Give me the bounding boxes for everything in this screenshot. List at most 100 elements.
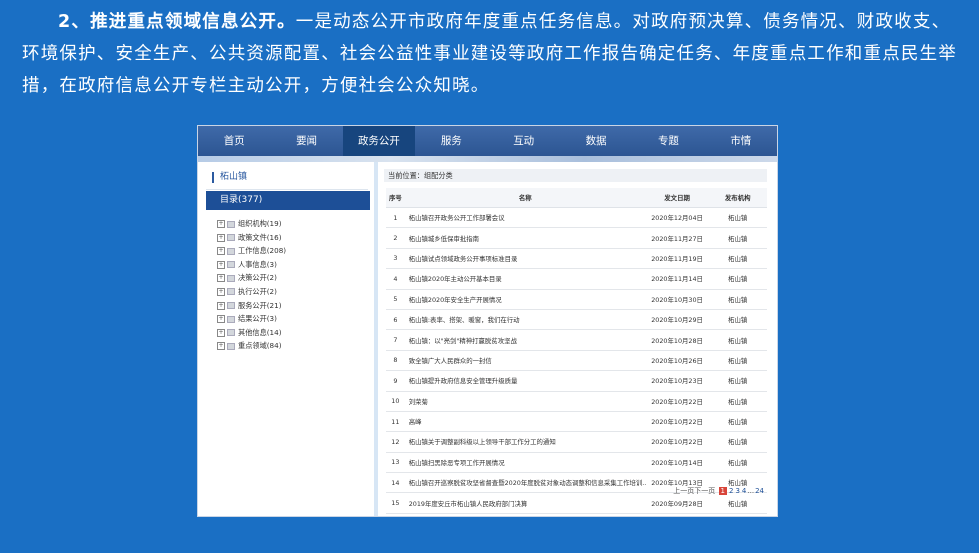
- table-row[interactable]: 15 2019年度安丘市柘山镇人民政府部门决算 2020年09月28日 柘山镇: [386, 492, 767, 514]
- expand-icon[interactable]: +: [217, 247, 225, 256]
- row-org: 柘山镇: [708, 350, 767, 372]
- page-link[interactable]: 1: [718, 487, 727, 495]
- table-row[interactable]: 4 柘山镇2020年主动公开基本目录 2020年11月14日 柘山镇: [386, 268, 767, 290]
- row-title-link[interactable]: 柘山镇试点领域政务公开事项标准目录: [404, 248, 646, 270]
- nav-item[interactable]: 专题: [632, 126, 704, 156]
- tree-node-label: 执行公开(2): [238, 286, 277, 296]
- table-row[interactable]: 2 柘山镇城乡低保审批指南 2020年11月27日 柘山镇: [386, 227, 767, 249]
- prev-page-link[interactable]: 上一页: [673, 487, 694, 495]
- expand-icon[interactable]: +: [217, 233, 225, 242]
- table-row[interactable]: 10 刘荣菊 2020年10月22日 柘山镇: [386, 391, 767, 412]
- row-title-link[interactable]: 高峰: [404, 411, 646, 433]
- nav-item[interactable]: 服务: [415, 126, 487, 156]
- next-page-link[interactable]: 下一页: [694, 487, 715, 495]
- row-num: 5: [386, 289, 405, 310]
- expand-icon[interactable]: +: [217, 260, 225, 269]
- row-title-link[interactable]: 柘山镇城乡低保审批指南: [404, 227, 646, 249]
- tree-node[interactable]: + 人事信息(3): [217, 258, 286, 272]
- row-date: 2020年10月23日: [645, 370, 709, 392]
- folder-icon: [227, 315, 235, 323]
- row-org: 柘山镇: [708, 452, 767, 474]
- row-date: 2020年10月30日: [645, 289, 709, 310]
- tree-node-label: 结果公开(3): [238, 314, 277, 324]
- row-num: 7: [386, 329, 405, 351]
- tree-node[interactable]: + 组织机构(19): [217, 217, 286, 231]
- row-num: 10: [386, 391, 405, 412]
- row-org: 柘山镇: [708, 207, 767, 229]
- table-row[interactable]: 12 柘山镇关于调整副科级以上领导干部工作分工的通知 2020年10月22日 柘山镇: [386, 431, 767, 453]
- main-panel: 当前位置：组配分类 序号 名称 发文日期 发布机构 1 柘山镇召开政务公开工作部署…: [384, 162, 776, 516]
- tree-node[interactable]: + 结果公开(3): [217, 312, 286, 326]
- table-row[interactable]: 13 柘山镇扫黑除恶专项工作开展情况 2020年10月14日 柘山镇: [386, 452, 767, 474]
- tree-node[interactable]: + 重点领域(84): [217, 339, 286, 353]
- header-org: 发布机构: [708, 188, 767, 208]
- tree-node[interactable]: + 工作信息(208): [217, 244, 286, 258]
- row-date: 2020年10月22日: [645, 431, 709, 453]
- row-num: 4: [386, 268, 405, 290]
- row-num: 12: [386, 431, 405, 453]
- row-title-link[interactable]: 柘山镇2020年安全生产开展情况: [404, 289, 646, 310]
- expand-icon[interactable]: +: [217, 220, 225, 228]
- row-title-link[interactable]: 柘山镇关于调整副科级以上领导干部工作分工的通知: [404, 431, 646, 453]
- folder-icon: [227, 261, 235, 269]
- row-title-link[interactable]: 柘山镇提升政府信息安全管理升级质量: [404, 370, 646, 392]
- row-title-link[interactable]: 柘山镇：以"亮剑"精神打赢脱贫攻坚战: [404, 329, 646, 351]
- tree-node[interactable]: + 服务公开(21): [217, 299, 286, 313]
- tree-node[interactable]: + 政策文件(16): [217, 231, 286, 245]
- page-link[interactable]: 2: [729, 487, 733, 495]
- nav-item[interactable]: 要闻: [270, 126, 342, 156]
- table-row[interactable]: 6 柘山镇:表率、搭架、暖窗，我们在行动 2020年10月29日 柘山镇: [386, 309, 767, 331]
- expand-icon[interactable]: +: [217, 301, 225, 310]
- table-row[interactable]: 7 柘山镇：以"亮剑"精神打赢脱贫攻坚战 2020年10月28日 柘山镇: [386, 329, 767, 351]
- row-num: 1: [386, 207, 405, 229]
- row-title-link[interactable]: 2019年度安丘市柘山镇人民政府部门决算: [404, 492, 646, 514]
- nav-item[interactable]: 互动: [488, 126, 560, 156]
- row-title-link[interactable]: 柘山镇2020年主动公开基本目录: [404, 268, 646, 290]
- tree-node[interactable]: + 执行公开(2): [217, 285, 286, 299]
- row-org: 柘山镇: [708, 431, 767, 453]
- header-date: 发文日期: [645, 188, 709, 208]
- row-title-link[interactable]: 柘山镇:表率、搭架、暖窗，我们在行动: [404, 309, 646, 331]
- tree-node-label: 工作信息(208): [238, 246, 287, 256]
- row-date: 2020年09月28日: [645, 492, 709, 514]
- tree-node-label: 人事信息(3): [238, 259, 277, 269]
- folder-icon: [227, 329, 235, 337]
- table-row[interactable]: 8 致全镇广大人民群众的一封信 2020年10月26日 柘山镇: [386, 350, 767, 372]
- row-title-link[interactable]: 柘山镇召开政务公开工作部署会议: [404, 207, 646, 229]
- pagination: 上一页下一页 1 2 3 4...24: [673, 486, 765, 496]
- table-row[interactable]: 1 柘山镇召开政务公开工作部署会议 2020年12月04日 柘山镇: [386, 207, 767, 229]
- last-page-link[interactable]: 24: [755, 487, 764, 495]
- row-org: 柘山镇: [708, 309, 767, 331]
- row-date: 2020年10月26日: [645, 350, 709, 372]
- folder-icon: [227, 274, 235, 282]
- row-num: 13: [386, 452, 405, 474]
- tree-node[interactable]: + 其他信息(14): [217, 326, 286, 340]
- catalog-header[interactable]: 目录(377): [206, 191, 370, 210]
- table-row[interactable]: 3 柘山镇试点领域政务公开事项标准目录 2020年11月19日 柘山镇: [386, 248, 767, 270]
- expand-icon[interactable]: +: [217, 287, 225, 296]
- tree-node[interactable]: + 决策公开(2): [217, 271, 286, 285]
- folder-icon: [227, 302, 235, 310]
- row-title-link[interactable]: 致全镇广大人民群众的一封信: [404, 350, 646, 372]
- nav-item[interactable]: 首页: [198, 126, 270, 156]
- expand-icon[interactable]: +: [217, 274, 225, 283]
- expand-icon[interactable]: +: [217, 342, 225, 351]
- tree-node-label: 组织机构(19): [238, 219, 282, 228]
- row-title-link[interactable]: 柘山镇召开巡察脱贫攻坚省督查暨2020年度脱贫对象动态调整和信息采集工作培训..…: [404, 472, 646, 494]
- table-row[interactable]: 9 柘山镇提升政府信息安全管理升级质量 2020年10月23日 柘山镇: [386, 370, 767, 392]
- expand-icon[interactable]: +: [217, 328, 225, 337]
- tree-node-label: 重点领域(84): [238, 341, 282, 351]
- page-link[interactable]: 4: [742, 487, 746, 495]
- row-num: 2: [386, 227, 405, 249]
- nav-item[interactable]: 市情: [705, 126, 777, 156]
- table-row[interactable]: 5 柘山镇2020年安全生产开展情况 2020年10月30日 柘山镇: [386, 289, 767, 310]
- row-org: 柘山镇: [708, 492, 767, 514]
- page-link[interactable]: 3: [735, 487, 739, 495]
- row-title-link[interactable]: 柘山镇扫黑除恶专项工作开展情况: [404, 452, 646, 474]
- expand-icon[interactable]: +: [217, 315, 225, 324]
- row-date: 2020年10月22日: [645, 391, 709, 412]
- nav-item[interactable]: 数据: [560, 126, 632, 156]
- row-title-link[interactable]: 刘荣菊: [404, 391, 646, 412]
- nav-item[interactable]: 政务公开: [342, 126, 416, 156]
- table-row[interactable]: 11 高峰 2020年10月22日 柘山镇: [386, 411, 767, 433]
